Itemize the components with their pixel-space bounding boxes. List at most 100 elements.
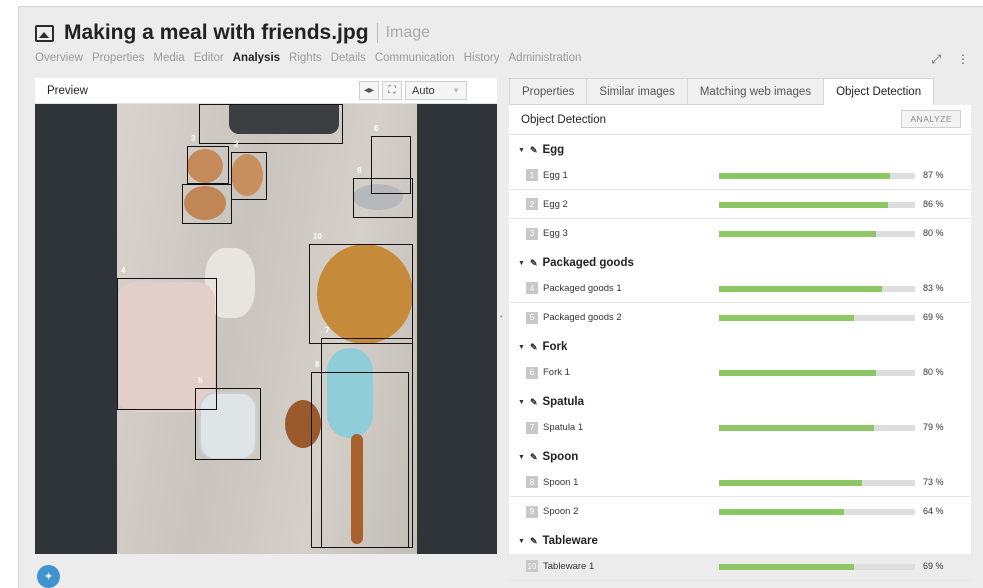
bbox[interactable]: [187, 146, 229, 184]
category-header[interactable]: ▼ ✎ Packaged goods: [509, 252, 971, 274]
nav-item-overview[interactable]: Overview: [35, 52, 83, 64]
detection-row[interactable]: 2 Egg 2 86 %: [509, 190, 971, 219]
detection-row[interactable]: 8 Spoon 1 73 %: [509, 468, 971, 497]
pin-icon[interactable]: ✦: [37, 565, 60, 588]
main-nav: Overview Properties Media Editor Analysis Rig…: [35, 52, 581, 64]
tab-object-detection[interactable]: Object Detection: [824, 78, 935, 105]
confidence-fill: [719, 286, 882, 292]
detection-label: Tableware 1: [543, 560, 595, 572]
chevron-down-icon[interactable]: ▼: [518, 538, 525, 545]
title-row: Making a meal with friends.jpg Image: [35, 21, 430, 45]
nav-item-communication[interactable]: Communication: [375, 52, 455, 64]
nav-item-rights[interactable]: Rights: [289, 52, 322, 64]
detection-list: ▼ ✎ Egg 1 Egg 1 87 % 2 Egg 2 86 % 3 Egg 3 80 % ▼ ✎ Pac…: [509, 139, 971, 581]
pane-splitter[interactable]: •: [500, 312, 503, 321]
nav-item-analysis[interactable]: Analysis: [233, 52, 280, 64]
confidence-fill: [719, 202, 888, 208]
confidence-percent: 73 %: [923, 477, 944, 487]
fullscreen-icon[interactable]: ⛶: [382, 81, 402, 100]
category-header[interactable]: ▼ ✎ Spoon: [509, 446, 971, 468]
analysis-panel: Properties Similar images Matching web ima…: [509, 78, 971, 581]
preview-pane: Preview ◂▸ ⛶ Auto ▼ 3 2 6 9 10 4 7 8 5: [35, 78, 497, 554]
detection-row[interactable]: 3 Egg 3 80 %: [509, 219, 971, 248]
detection-index: 10: [526, 560, 538, 572]
confidence-bar: [719, 564, 915, 570]
confidence-bar: [719, 480, 915, 486]
confidence-bar: [719, 370, 915, 376]
category-label: Spatula: [542, 396, 585, 408]
bbox-label: 7: [325, 326, 330, 335]
confidence-percent: 80 %: [923, 228, 944, 238]
tag-icon: ✎: [529, 144, 538, 155]
preview-canvas[interactable]: 3 2 6 9 10 4 7 8 5: [35, 104, 497, 554]
bbox[interactable]: [182, 184, 232, 224]
confidence-bar: [719, 509, 915, 515]
bbox[interactable]: [353, 178, 413, 218]
tab-similar-images[interactable]: Similar images: [587, 78, 688, 105]
tab-properties[interactable]: Properties: [509, 78, 588, 105]
bbox[interactable]: [311, 372, 409, 548]
confidence-fill: [719, 564, 855, 570]
tab-matching-web-images[interactable]: Matching web images: [687, 78, 825, 105]
category-header[interactable]: ▼ ✎ Spatula: [509, 391, 971, 413]
nav-item-editor[interactable]: Editor: [194, 52, 224, 64]
image-icon: [35, 24, 54, 42]
detection-index: 8: [526, 476, 538, 488]
confidence-percent: 69 %: [923, 561, 944, 571]
chevron-down-icon[interactable]: ▼: [518, 399, 525, 406]
confidence-bar: [719, 173, 915, 179]
category-header[interactable]: ▼ ✎ Tableware: [509, 530, 971, 552]
panel-tabs: Properties Similar images Matching web ima…: [509, 78, 971, 105]
chevron-down-icon[interactable]: ▼: [518, 454, 525, 461]
nav-item-properties[interactable]: Properties: [92, 52, 144, 64]
nav-item-history[interactable]: History: [464, 52, 500, 64]
detection-index: 9: [526, 505, 538, 518]
nav-item-administration[interactable]: Administration: [509, 52, 582, 64]
preview-label: Preview: [47, 84, 88, 97]
detection-label: Egg 2: [543, 198, 568, 210]
confidence-percent: 80 %: [923, 367, 944, 377]
detection-row[interactable]: 5 Packaged goods 2 69 %: [509, 303, 971, 332]
detection-label: Fork 1: [543, 367, 570, 378]
title-divider: [376, 23, 378, 43]
page-title: Making a meal with friends.jpg: [64, 21, 369, 44]
bbox[interactable]: [231, 152, 267, 200]
confidence-fill: [719, 370, 876, 376]
tag-icon: ✎: [529, 396, 538, 407]
detection-row[interactable]: 4 Packaged goods 1 83 %: [509, 274, 971, 303]
detection-index: 7: [526, 421, 538, 434]
nav-item-media[interactable]: Media: [153, 52, 184, 64]
chevron-down-icon[interactable]: ▼: [518, 344, 525, 351]
object-detection-header: Object Detection ANALYZE: [509, 105, 971, 135]
category-label: Tableware: [542, 535, 598, 547]
tag-icon: ✎: [529, 257, 538, 268]
bbox[interactable]: [195, 388, 261, 460]
more-menu-icon[interactable]: ⋮: [957, 52, 969, 67]
detection-row[interactable]: 6 Fork 1 80 %: [509, 358, 971, 387]
confidence-fill: [719, 231, 876, 237]
category-label: Egg: [542, 144, 565, 156]
category-label: Packaged goods: [542, 257, 634, 269]
confidence-bar: [719, 231, 915, 237]
pan-arrows-icon[interactable]: ◂▸: [359, 81, 379, 100]
confidence-fill: [719, 480, 863, 486]
category-header[interactable]: ▼ ✎ Egg: [509, 139, 971, 161]
category-header[interactable]: ▼ ✎ Fork: [509, 336, 971, 358]
detection-row[interactable]: 1 Egg 1 87 %: [509, 161, 971, 190]
chevron-down-icon[interactable]: ▼: [518, 260, 525, 267]
detection-row[interactable]: 9 Spoon 2 64 %: [509, 497, 971, 526]
zoom-select[interactable]: Auto ▼: [405, 81, 467, 100]
nav-item-details[interactable]: Details: [331, 52, 366, 64]
expand-icon[interactable]: ⤢: [931, 52, 941, 67]
detection-row[interactable]: 10 Tableware 1 69 %: [509, 552, 971, 581]
bbox-label: 4: [121, 266, 126, 275]
confidence-fill: [719, 173, 890, 179]
detection-index: 1: [526, 169, 538, 181]
detection-row[interactable]: 7 Spatula 1 79 %: [509, 413, 971, 442]
category-label: Fork: [542, 341, 568, 353]
bbox-label: 8: [315, 360, 320, 369]
analyze-button[interactable]: ANALYZE: [901, 110, 961, 128]
confidence-percent: 83 %: [923, 283, 944, 293]
chevron-down-icon[interactable]: ▼: [518, 147, 525, 154]
bbox[interactable]: [199, 104, 343, 144]
